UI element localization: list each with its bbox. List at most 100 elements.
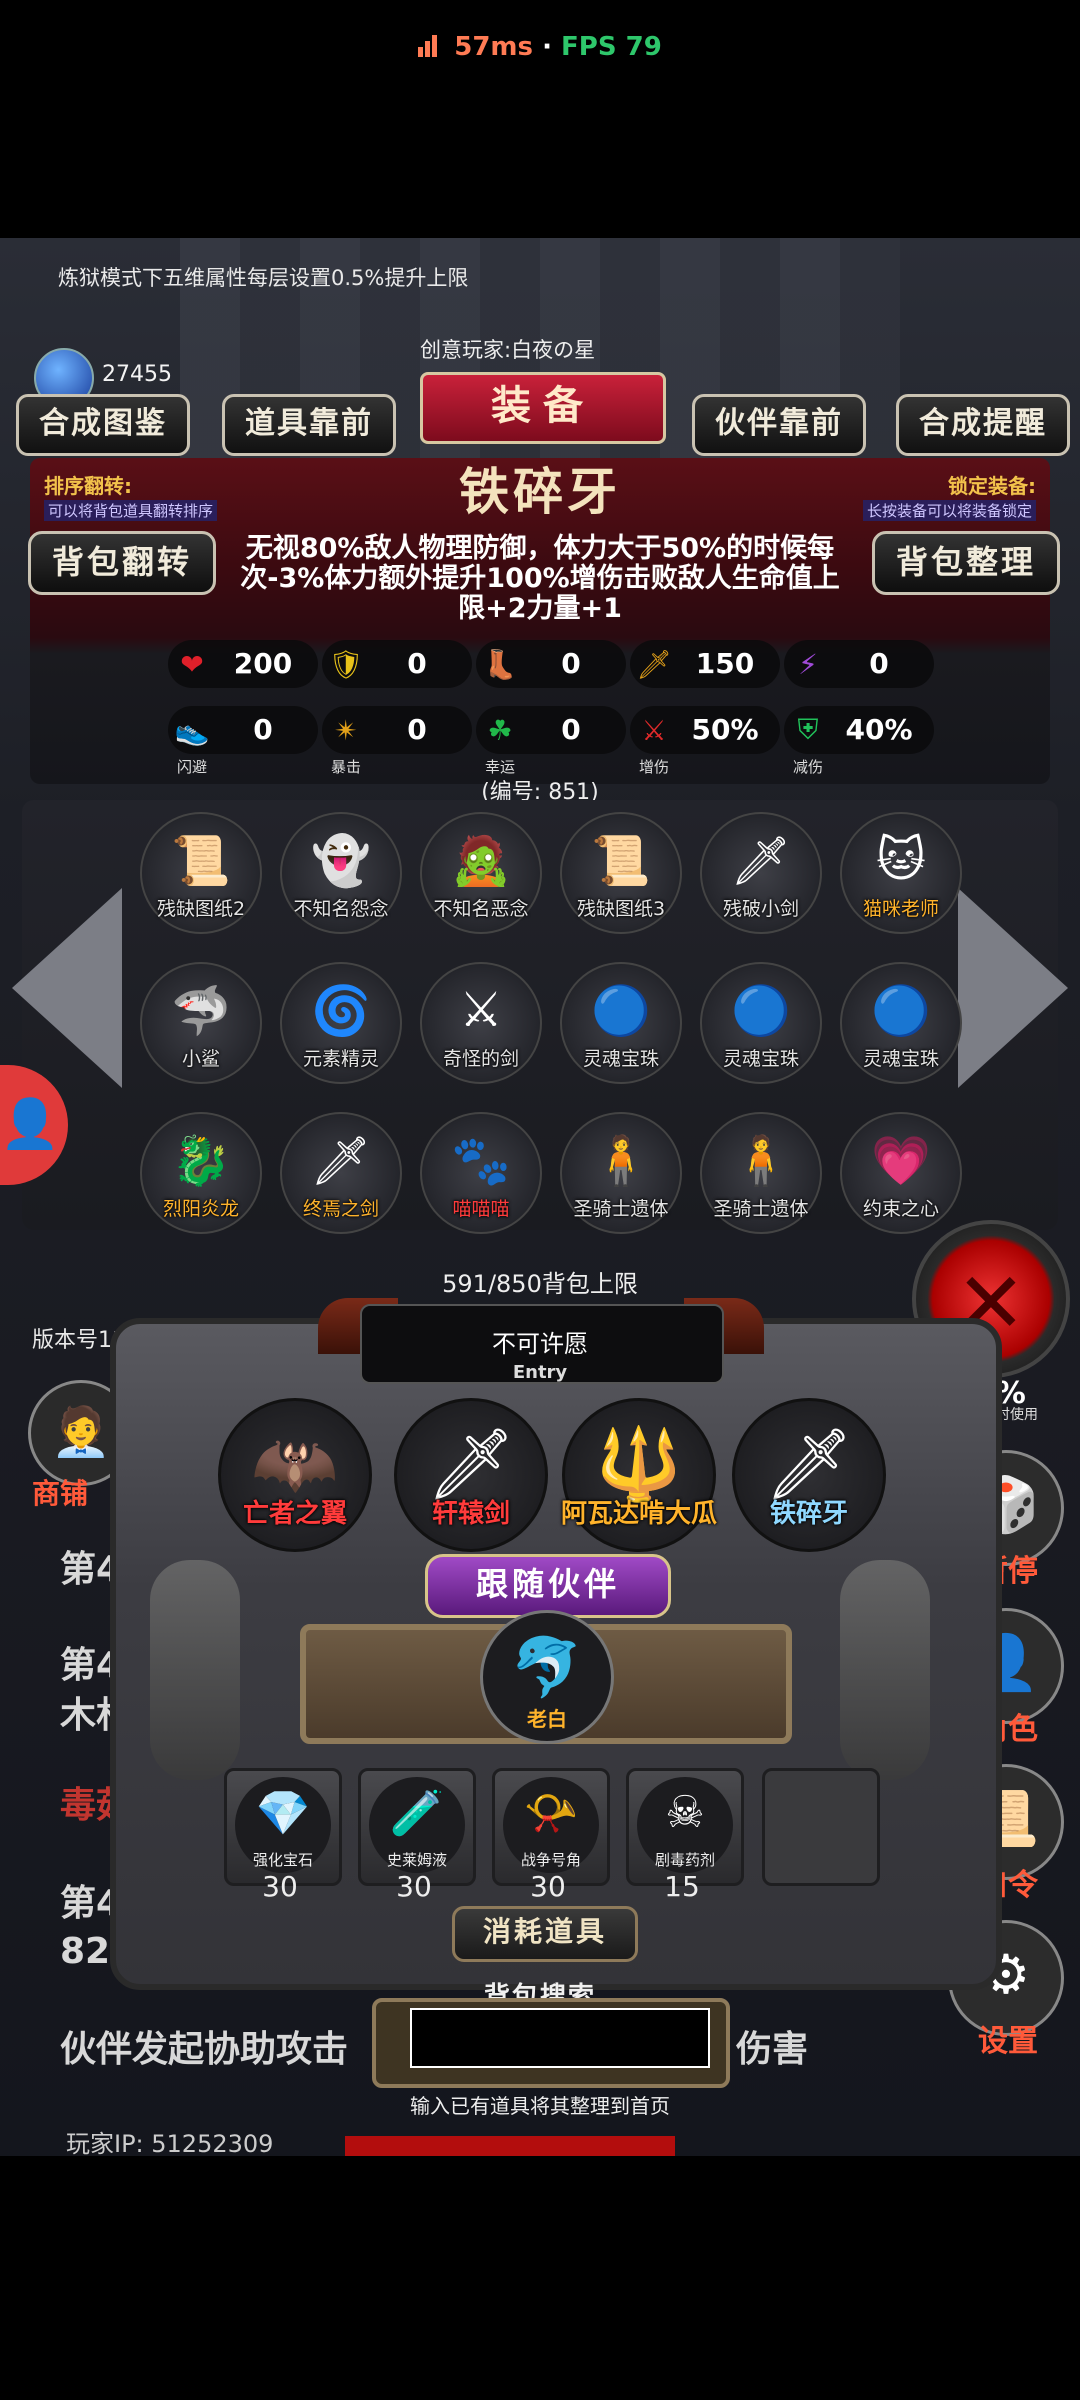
inventory-slot[interactable]: 💗 约束之心 — [840, 1112, 962, 1234]
item-label: 圣骑士遗体 — [713, 1198, 809, 1220]
consumable-slot[interactable]: 🧪 史莱姆液 — [358, 1768, 476, 1886]
item-label: 残缺图纸3 — [576, 898, 666, 920]
synthesis-catalog-button[interactable]: 合成图鉴 — [16, 394, 190, 456]
fps-text: FPS 79 — [561, 32, 662, 62]
equipped-slot[interactable]: 🗡 轩辕剑 — [394, 1398, 548, 1552]
currency-amount: 27455 — [102, 362, 172, 387]
stat-5: 👟 0 闪避 — [168, 706, 318, 776]
player-ip: 玩家IP: 51252309 — [66, 2130, 274, 2158]
consumable-icon: 📯 — [523, 1788, 579, 1839]
lock-description: 长按装备可以将装备锁定 — [862, 500, 1036, 521]
inventory-slot[interactable]: 🌀 元素精灵 — [280, 962, 402, 1084]
consumable-name: 史莱姆液 — [386, 1851, 447, 1869]
consumable-slot-empty[interactable] — [762, 1768, 880, 1886]
inventory-slot[interactable]: 🦈 小鲨 — [140, 962, 262, 1084]
consumable-slot[interactable]: 💎 强化宝石 — [224, 1768, 342, 1886]
inventory-slot[interactable]: 👻 不知名怨念 — [280, 812, 402, 934]
inventory-slot[interactable]: 🔵 灵魂宝珠 — [840, 962, 962, 1084]
right-dragon-statue — [840, 1560, 930, 1780]
inventory-slot[interactable]: 🗡 残破小剑 — [700, 812, 822, 934]
inventory-slot[interactable]: ⚔ 奇怪的剑 — [420, 962, 542, 1084]
latency-text: 57ms — [454, 32, 533, 62]
lightning-icon: ⚡ — [798, 647, 818, 681]
item-label: 奇怪的剑 — [442, 1048, 519, 1070]
weapon-name: 亡者之翼 — [242, 1499, 347, 1529]
item-label: 残破小剑 — [722, 898, 799, 920]
equipped-slot[interactable]: 🗡 铁碎牙 — [732, 1398, 886, 1552]
item-icon: 🧟 — [451, 833, 511, 889]
item-icon: 🐉 — [171, 1133, 231, 1189]
inventory-flip-button[interactable]: 背包翻转 — [28, 531, 216, 595]
inventory-slot[interactable]: 🧟 不知名恶念 — [420, 812, 542, 934]
consumable-name: 剧毒药剂 — [654, 1851, 715, 1869]
equipment-banner: 装备 — [420, 372, 666, 444]
item-label: 不知名恶念 — [433, 898, 529, 920]
inventory-slot[interactable]: 📜 残缺图纸3 — [560, 812, 682, 934]
stat-6: ✴ 0 暴击 — [322, 706, 472, 776]
inventory-slot[interactable]: 📜 残缺图纸2 — [140, 812, 262, 934]
pet-slot[interactable]: 🐬 老白 — [480, 1610, 614, 1744]
inventory-slot[interactable]: 🔵 灵魂宝珠 — [560, 962, 682, 1084]
stat-value: 0 — [407, 713, 427, 746]
stat-1: 🛡 0 — [322, 640, 472, 688]
item-icon: 🐾 — [451, 1133, 511, 1189]
signal-icon — [418, 34, 439, 64]
stat-7: ☘ 0 幸运 — [476, 706, 626, 776]
item-label: 烈阳炎龙 — [162, 1198, 239, 1220]
item-icon: 🗡 — [310, 1133, 372, 1189]
consumable-slot[interactable]: ☠ 剧毒药剂 — [626, 1768, 744, 1886]
stat-value: 50% — [691, 713, 759, 746]
shield-icon: ⛨ — [797, 713, 819, 746]
stat-4: ⚡ 0 — [784, 640, 934, 688]
weapon-name: 阿瓦达啃大瓜 — [560, 1499, 717, 1529]
stat-value: 0 — [561, 647, 581, 680]
pet-name: 老白 — [527, 1707, 567, 1731]
inventory-slot[interactable]: 🧍 圣骑士遗体 — [700, 1112, 822, 1234]
notice-text: 炼狱模式下五维属性每层设置0.5%提升上限 — [58, 266, 469, 290]
item-label: 残缺图纸2 — [156, 898, 246, 920]
item-icon: ⚔ — [459, 982, 503, 1038]
side-button-label: 设置 — [978, 2024, 1038, 2059]
perf-separator: · — [542, 32, 552, 62]
inventory-organize-button[interactable]: 背包整理 — [872, 531, 1060, 595]
wish-title: 不可许愿 — [492, 1330, 588, 1358]
weapon-name: 轩辕剑 — [431, 1499, 510, 1529]
previous-page-arrow[interactable] — [12, 888, 122, 1088]
inventory-slot[interactable]: 🐉 烈阳炎龙 — [140, 1112, 262, 1234]
item-label: 灵魂宝珠 — [862, 1048, 939, 1070]
item-icon: 🧍 — [731, 1133, 791, 1189]
inventory-slot[interactable]: 🐾 喵喵喵 — [420, 1112, 542, 1234]
consumable-icon: ☠ — [665, 1787, 705, 1838]
inventory-slot[interactable]: 🔵 灵魂宝珠 — [700, 962, 822, 1084]
inventory-slot[interactable]: 🐱 猫咪老师 — [840, 812, 962, 934]
stat-0: ❤ 200 — [168, 640, 318, 688]
stat-2: 👢 0 — [476, 640, 626, 688]
equipped-slot[interactable]: 🔱 阿瓦达啃大瓜 — [561, 1398, 717, 1552]
equipped-slot[interactable]: 🦇 亡者之翼 — [218, 1398, 372, 1552]
synthesis-reminder-button[interactable]: 合成提醒 — [896, 394, 1070, 456]
items-first-button[interactable]: 道具靠前 — [222, 394, 396, 456]
shop-label: 商铺 — [32, 1477, 89, 1510]
user-icon: 👤 — [0, 1096, 60, 1152]
item-label: 元素精灵 — [302, 1048, 379, 1070]
crit-icon: ✴ — [334, 713, 358, 747]
sword-icon: 🗡 — [636, 647, 672, 681]
consumable-slot[interactable]: 📯 战争号角 — [492, 1768, 610, 1886]
heart-icon: ❤ — [180, 647, 204, 681]
inventory-slot[interactable]: 🧍 圣骑士遗体 — [560, 1112, 682, 1234]
inventory-slot[interactable]: 🗡 终焉之剑 — [280, 1112, 402, 1234]
item-label: 圣骑士遗体 — [573, 1198, 669, 1220]
next-page-arrow[interactable] — [958, 888, 1068, 1088]
search-input[interactable] — [410, 2008, 710, 2068]
crossed-swords-icon: ⚔ — [641, 713, 667, 747]
item-icon: 🔵 — [871, 983, 931, 1039]
item-icon: 📜 — [591, 833, 651, 889]
item-label: 猫咪老师 — [862, 898, 939, 920]
consumable-quantity: 30 — [530, 1870, 566, 1903]
item-label: 约束之心 — [862, 1198, 939, 1220]
item-label: 小鲨 — [181, 1048, 220, 1070]
left-dragon-statue — [150, 1560, 240, 1780]
item-label: 灵魂宝珠 — [722, 1048, 799, 1070]
partners-first-button[interactable]: 伙伴靠前 — [692, 394, 866, 456]
clover-icon: ☘ — [487, 713, 513, 747]
